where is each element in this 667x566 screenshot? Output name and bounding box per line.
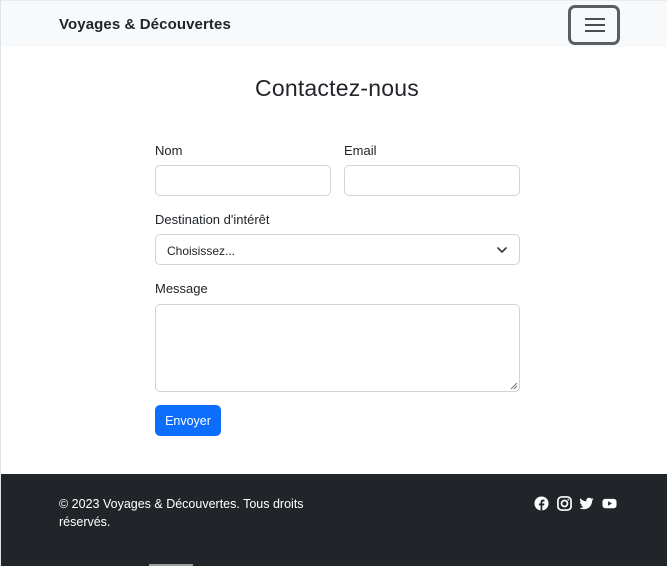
twitter-icon[interactable] — [579, 496, 594, 511]
navbar-toggler-button[interactable] — [568, 5, 620, 45]
name-input[interactable] — [155, 165, 331, 196]
submit-button[interactable]: Envoyer — [155, 405, 221, 436]
navbar: Voyages & Découvertes — [1, 0, 667, 47]
navbar-brand[interactable]: Voyages & Découvertes — [59, 16, 231, 33]
destination-selected-value: Choisissez... — [167, 244, 236, 258]
chevron-down-icon — [497, 247, 507, 253]
message-textarea[interactable] — [155, 304, 520, 392]
message-label: Message — [155, 281, 208, 296]
destination-label: Destination d'intérêt — [155, 212, 270, 227]
name-label: Nom — [155, 143, 183, 158]
facebook-icon[interactable] — [534, 496, 549, 511]
resize-grip-icon[interactable] — [510, 382, 518, 390]
copyright-text: © 2023 Voyages & Découvertes. Tous droit… — [59, 497, 304, 529]
youtube-icon[interactable] — [602, 496, 617, 511]
footer: © 2023 Voyages & Découvertes. Tous droit… — [1, 474, 667, 566]
page-title: Contactez-nous — [255, 75, 419, 101]
instagram-icon[interactable] — [557, 496, 572, 511]
email-input[interactable] — [344, 165, 520, 196]
destination-select[interactable]: Choisissez... — [155, 234, 520, 265]
email-label: Email — [344, 143, 377, 158]
